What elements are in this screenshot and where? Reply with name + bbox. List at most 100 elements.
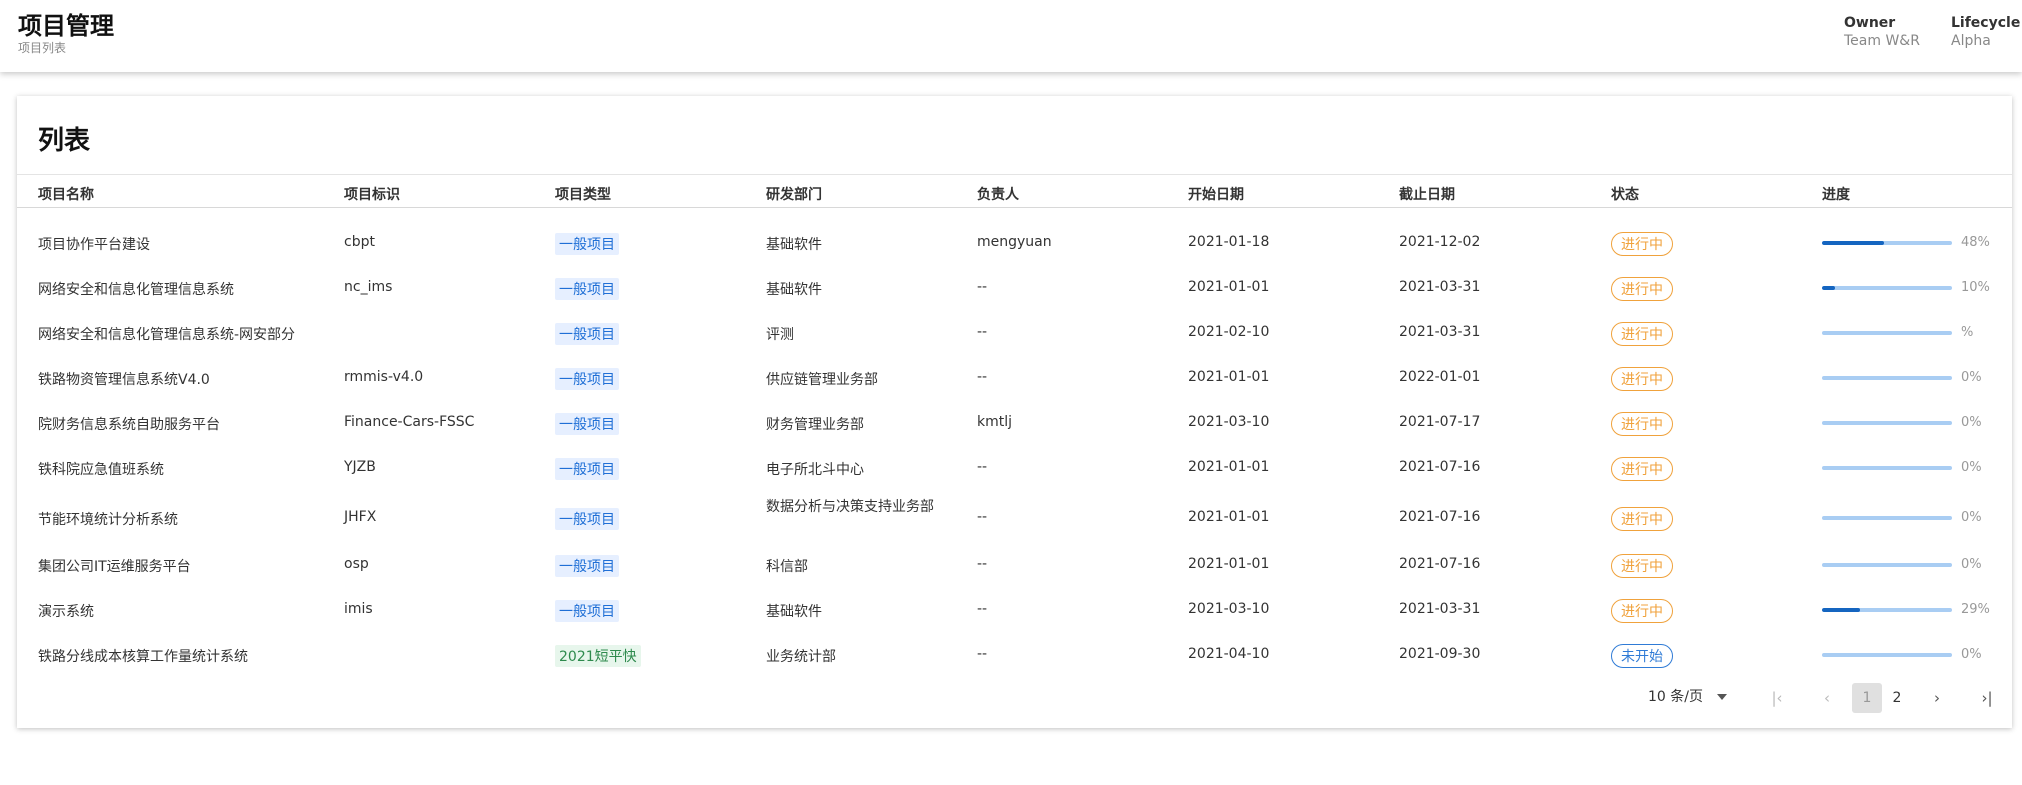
progress-percent: 0%: [1961, 415, 1982, 430]
project-name-cell[interactable]: 铁科院应急值班系统: [38, 459, 164, 479]
table-row[interactable]: 铁路分线成本核算工作量统计系统 2021短平快 业务统计部 -- 2021-04-10 2…: [17, 638, 2012, 672]
next-page-button[interactable]: ›: [1922, 683, 1952, 713]
table-row[interactable]: 演示系统 imis 一般项目 基础软件 -- 2021-03-10 2021-03-31 进行…: [17, 593, 2012, 627]
project-name-cell[interactable]: 项目协作平台建设: [38, 234, 150, 254]
col-header-owner[interactable]: 负责人: [977, 184, 1019, 204]
page-size-select[interactable]: 10 条/页: [1648, 686, 1728, 706]
page-button-2[interactable]: 2: [1882, 683, 1912, 713]
status-badge: 进行中: [1611, 507, 1673, 531]
owner-cell: --: [977, 279, 988, 295]
project-name-cell[interactable]: 演示系统: [38, 601, 94, 621]
project-type-cell: 一般项目: [555, 368, 619, 390]
table-row[interactable]: 网络安全和信息化管理信息系统 nc_ims 一般项目 基础软件 -- 2021-01-01…: [17, 271, 2012, 305]
owner-cell: kmtlj: [977, 414, 1013, 430]
table-row[interactable]: 项目协作平台建设 cbpt 一般项目 基础软件 mengyuan 2021-01-18 20…: [17, 226, 2012, 260]
last-page-button[interactable]: ›|: [1972, 683, 2002, 713]
status-cell: 进行中: [1611, 457, 1673, 481]
table-row[interactable]: 铁科院应急值班系统 YJZB 一般项目 电子所北斗中心 -- 2021-01-01 2021…: [17, 451, 2012, 485]
table-header: 项目名称 项目标识 项目类型 研发部门 负责人 开始日期 截止日期 状态 进度: [17, 174, 2012, 208]
progress-bar-fill: [1822, 241, 1885, 245]
project-name-cell[interactable]: 网络安全和信息化管理信息系统: [38, 279, 234, 299]
progress-bar: [1822, 286, 1952, 290]
project-name-cell[interactable]: 铁路物资管理信息系统V4.0: [38, 369, 210, 389]
project-name-cell[interactable]: 院财务信息系统自助服务平台: [38, 414, 220, 434]
end-date-cell: 2021-07-16: [1399, 509, 1481, 525]
project-type-tag: 一般项目: [555, 413, 619, 435]
dept-cell: 供应链管理业务部: [766, 372, 878, 388]
col-header-code[interactable]: 项目标识: [344, 184, 400, 204]
col-header-start[interactable]: 开始日期: [1188, 184, 1244, 204]
dept-cell: 基础软件: [766, 282, 822, 298]
dept-cell: 基础软件: [766, 604, 822, 620]
col-header-name[interactable]: 项目名称: [38, 184, 94, 204]
progress-bar: [1822, 421, 1952, 425]
progress-percent: 0%: [1961, 557, 1982, 572]
col-header-type[interactable]: 项目类型: [555, 184, 611, 204]
last-page-icon: ›|: [1981, 689, 1993, 707]
progress-percent: 0%: [1961, 647, 1982, 662]
card-title: 列表: [38, 126, 91, 156]
project-name-cell[interactable]: 节能环境统计分析系统: [38, 509, 178, 529]
progress-percent: %: [1961, 325, 1974, 340]
progress-bar: [1822, 516, 1952, 520]
table-row[interactable]: 院财务信息系统自助服务平台 Finance-Cars-FSSC 一般项目 财务管理业务…: [17, 406, 2012, 440]
table-row[interactable]: 网络安全和信息化管理信息系统-网安部分 一般项目 评测 -- 2021-02-10 202…: [17, 316, 2012, 350]
project-type-cell: 2021短平快: [555, 645, 641, 667]
page-title: 项目管理: [18, 12, 114, 40]
caret-down-icon: [1717, 694, 1728, 700]
project-name-cell[interactable]: 铁路分线成本核算工作量统计系统: [38, 646, 248, 666]
page-button-1[interactable]: 1: [1852, 683, 1882, 713]
project-name-cell[interactable]: 集团公司IT运维服务平台: [38, 556, 191, 576]
status-badge: 进行中: [1611, 457, 1673, 481]
owner-cell: --: [977, 459, 988, 475]
end-date-cell: 2021-07-16: [1399, 459, 1481, 475]
start-date-cell: 2021-01-01: [1188, 459, 1270, 475]
progress-bar: [1822, 563, 1952, 567]
end-date-cell: 2021-07-17: [1399, 414, 1481, 430]
status-badge: 进行中: [1611, 599, 1673, 623]
col-header-end[interactable]: 截止日期: [1399, 184, 1455, 204]
col-header-dept[interactable]: 研发部门: [766, 184, 822, 204]
project-name-cell[interactable]: 网络安全和信息化管理信息系统-网安部分: [38, 324, 295, 344]
page-size-label: 10 条/页: [1648, 689, 1703, 705]
project-code-cell: imis: [344, 601, 373, 617]
status-cell: 进行中: [1611, 599, 1673, 623]
owner-cell: --: [977, 509, 988, 525]
project-type-tag: 一般项目: [555, 458, 619, 480]
first-page-icon: |‹: [1771, 689, 1783, 707]
project-code-cell: osp: [344, 556, 369, 572]
table-row[interactable]: 集团公司IT运维服务平台 osp 一般项目 科信部 -- 2021-01-01 2021-0…: [17, 548, 2012, 582]
status-badge: 进行中: [1611, 322, 1673, 346]
progress-bar: [1822, 376, 1952, 380]
project-type-tag: 一般项目: [555, 278, 619, 300]
project-code-cell: rmmis-v4.0: [344, 369, 424, 385]
progress-percent: 0%: [1961, 510, 1982, 525]
owner-cell: --: [977, 646, 988, 662]
project-type-tag: 2021短平快: [555, 645, 641, 667]
end-date-cell: 2021-07-16: [1399, 556, 1481, 572]
progress-percent: 0%: [1961, 370, 1982, 385]
prev-page-button[interactable]: ‹: [1812, 683, 1842, 713]
status-cell: 进行中: [1611, 367, 1673, 391]
first-page-button[interactable]: |‹: [1762, 683, 1792, 713]
status-cell: 进行中: [1611, 412, 1673, 436]
dept-cell: 科信部: [766, 559, 808, 575]
project-code-cell: YJZB: [344, 459, 376, 475]
start-date-cell: 2021-03-10: [1188, 414, 1270, 430]
status-badge: 未开始: [1611, 644, 1673, 668]
col-header-status[interactable]: 状态: [1611, 184, 1639, 204]
start-date-cell: 2021-03-10: [1188, 601, 1270, 617]
end-date-cell: 2021-12-02: [1399, 234, 1481, 250]
table-row[interactable]: 铁路物资管理信息系统V4.0 rmmis-v4.0 一般项目 供应链管理业务部 -- 20…: [17, 361, 2012, 395]
col-header-progress[interactable]: 进度: [1822, 184, 1850, 204]
table-row[interactable]: 节能环境统计分析系统 JHFX 一般项目 数据分析与决策支持业务部 -- 2021-01-…: [17, 496, 2012, 540]
project-type-cell: 一般项目: [555, 458, 619, 480]
project-type-tag: 一般项目: [555, 323, 619, 345]
progress-bar: [1822, 466, 1952, 470]
project-type-cell: 一般项目: [555, 323, 619, 345]
project-type-cell: 一般项目: [555, 555, 619, 577]
progress-bar-fill: [1822, 608, 1860, 612]
lifecycle-label: Lifecycle: [1951, 15, 2021, 31]
progress-percent: 10%: [1961, 280, 1990, 295]
dept-cell: 数据分析与决策支持业务部: [766, 499, 934, 515]
